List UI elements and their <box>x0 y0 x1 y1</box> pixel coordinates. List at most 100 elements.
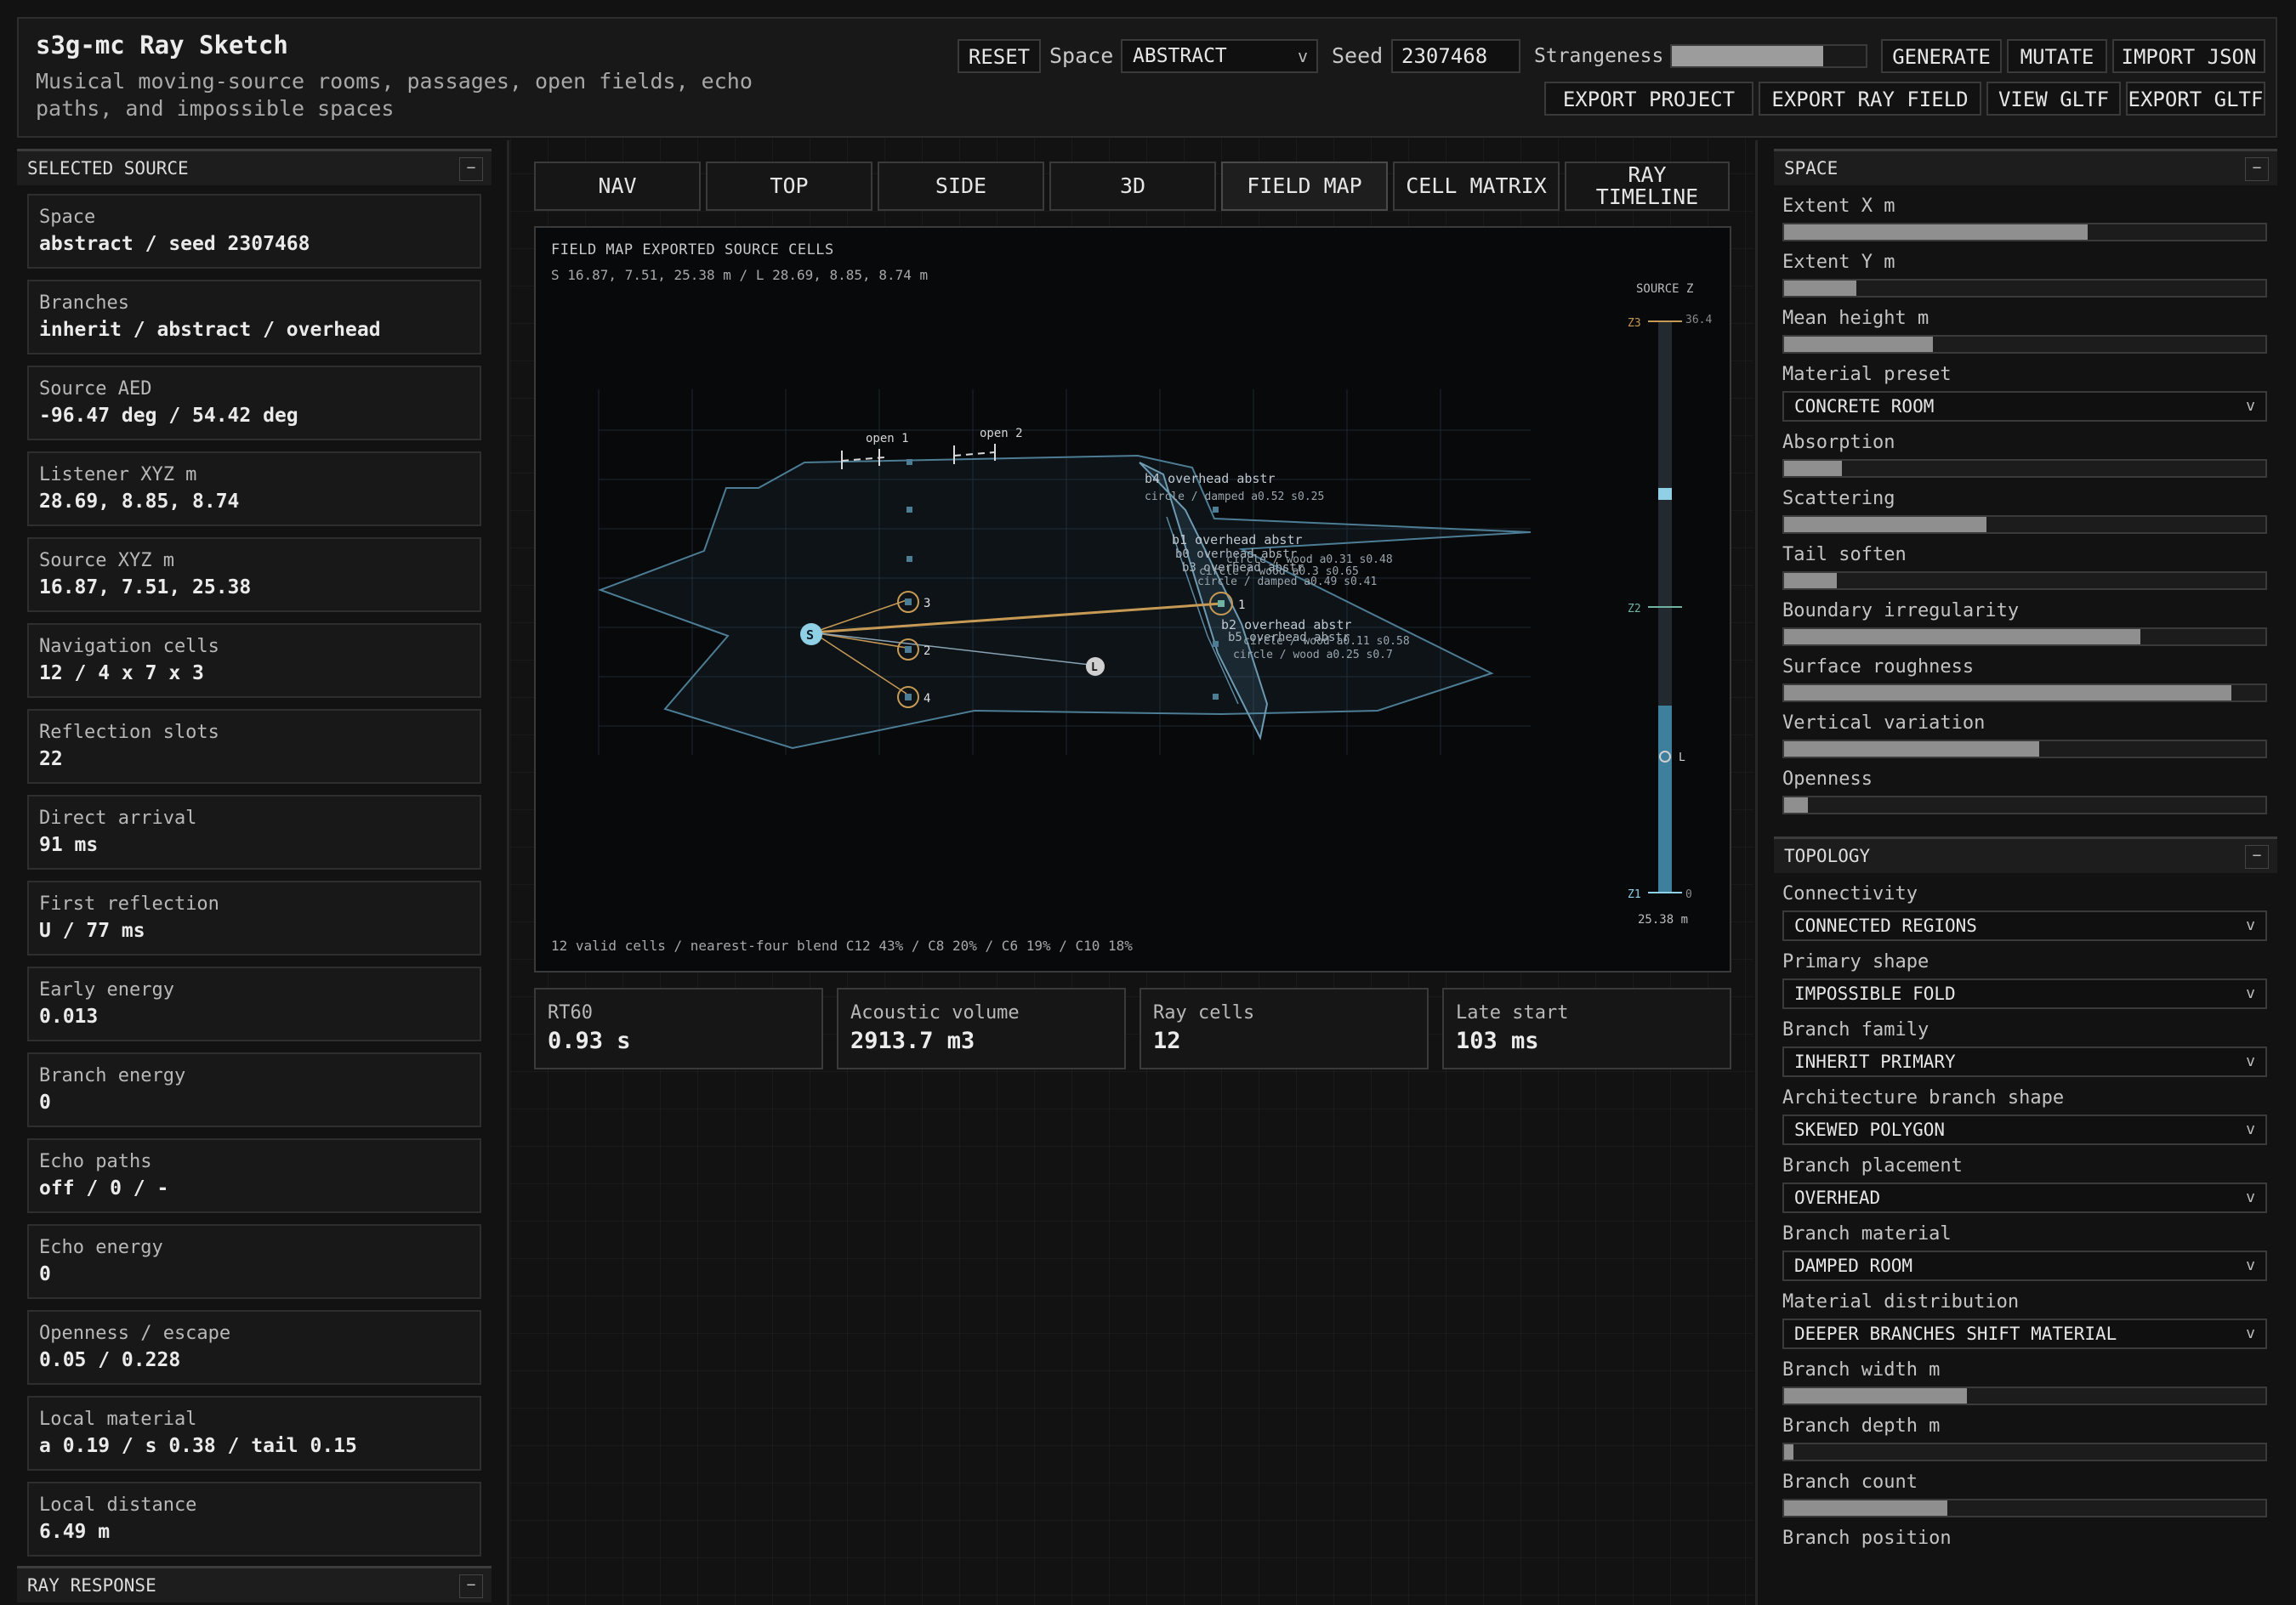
field-map-coords: S 16.87, 7.51, 25.38 m / L 28.69, 8.85, … <box>551 267 929 283</box>
tab-field-map[interactable]: FIELD MAP <box>1221 162 1388 211</box>
tab-ray-timeline[interactable]: RAY TIMELINE <box>1565 162 1730 211</box>
source-marker[interactable]: S <box>800 623 822 645</box>
stat-card: Openness / escape 0.05 / 0.228 <box>27 1310 481 1385</box>
stat-value: 22 <box>39 748 63 770</box>
slider[interactable] <box>1782 571 2267 590</box>
seed-input[interactable]: 2307468 <box>1391 39 1520 73</box>
stat-card: Listener XYZ m 28.69, 8.85, 8.74 <box>27 451 481 526</box>
metric-card-ray-cells: Ray cells 12 <box>1139 988 1429 1069</box>
slider[interactable] <box>1782 279 2267 298</box>
topology-select[interactable]: INHERIT PRIMARY v <box>1782 1046 2267 1077</box>
select-value: CONNECTED REGIONS <box>1794 916 1977 936</box>
collapse-button[interactable]: − <box>2245 845 2269 869</box>
slider[interactable] <box>1782 335 2267 354</box>
slider-fill <box>1784 685 2232 700</box>
field-map-view[interactable]: open 1 open 2 1 2 3 4 S L b4 overhead ab… <box>534 226 1731 973</box>
stat-card: Echo energy 0 <box>27 1224 481 1299</box>
topology-select[interactable]: SKEWED POLYGON v <box>1782 1114 2267 1145</box>
slider[interactable] <box>1782 1499 2267 1517</box>
material-preset-select[interactable]: CONCRETE ROOM v <box>1782 391 2267 422</box>
stat-label: Source XYZ m <box>39 550 174 571</box>
tab-cell-matrix[interactable]: CELL MATRIX <box>1393 162 1560 211</box>
svg-text:L: L <box>1091 661 1098 674</box>
slider[interactable] <box>1782 223 2267 241</box>
cell-number: 2 <box>924 644 930 658</box>
stat-card: Local distance 6.49 m <box>27 1482 481 1557</box>
control-label: Branch width m <box>1782 1359 1941 1381</box>
topology-select[interactable]: CONNECTED REGIONS v <box>1782 910 2267 941</box>
room-boundary <box>598 454 1532 750</box>
topology-select[interactable]: IMPOSSIBLE FOLD v <box>1782 978 2267 1009</box>
z1-value: 0 <box>1685 888 1692 901</box>
slider[interactable] <box>1782 796 2267 814</box>
field-map-canvas[interactable]: open 1 open 2 1 2 3 4 S L b4 overhead ab… <box>536 228 1730 971</box>
panel-divider[interactable] <box>1755 140 1758 1605</box>
generate-button[interactable]: GENERATE <box>1881 39 2002 73</box>
metric-label: RT60 <box>548 1002 593 1024</box>
metric-label: Late start <box>1456 1002 1569 1024</box>
stat-card: Space abstract / seed 2307468 <box>27 194 481 269</box>
import-json-button[interactable]: IMPORT JSON <box>2112 39 2265 73</box>
control-label: Branch placement <box>1782 1155 1963 1177</box>
export-project-button[interactable]: EXPORT PROJECT <box>1544 82 1753 116</box>
source-z-title: SOURCE Z <box>1636 282 1693 296</box>
slider[interactable] <box>1782 459 2267 478</box>
control-label: Architecture branch shape <box>1782 1087 2065 1109</box>
reset-button[interactable]: RESET <box>958 39 1041 73</box>
select-value: SKEWED POLYGON <box>1794 1120 1946 1140</box>
chevron-down-icon: v <box>2246 916 2255 934</box>
source-z-readout: 25.38 m <box>1638 913 1688 927</box>
tab-3d[interactable]: 3D <box>1049 162 1216 211</box>
z2-label: Z2 <box>1628 603 1641 615</box>
selected-source-header: SELECTED SOURCE − <box>17 149 492 185</box>
chevron-down-icon: v <box>2246 1256 2255 1274</box>
stat-card: Source XYZ m 16.87, 7.51, 25.38 <box>27 537 481 612</box>
slider-fill <box>1784 1444 1794 1460</box>
slider[interactable] <box>1782 1387 2267 1405</box>
metric-value: 103 ms <box>1456 1028 1539 1054</box>
view-gltf-button[interactable]: VIEW GLTF <box>1986 82 2121 116</box>
collapse-button[interactable]: − <box>2245 157 2269 181</box>
tab-top[interactable]: TOP <box>706 162 872 211</box>
stat-card: First reflection U / 77 ms <box>27 881 481 956</box>
tab-side[interactable]: SIDE <box>878 162 1044 211</box>
collapse-button[interactable]: − <box>459 157 483 181</box>
control-label: Branch material <box>1782 1223 1952 1245</box>
ray-response-title: RAY RESPONSE <box>27 1575 156 1596</box>
panel-divider[interactable] <box>507 140 509 1605</box>
stat-label: Space <box>39 207 96 228</box>
select-value: INHERIT PRIMARY <box>1794 1052 1956 1072</box>
branch-label: b4 overhead abstr <box>1145 471 1276 486</box>
export-ray-field-button[interactable]: EXPORT RAY FIELD <box>1759 82 1981 116</box>
metric-card-late-start: Late start 103 ms <box>1442 988 1731 1069</box>
metric-card-rt60: RT60 0.93 s <box>534 988 823 1069</box>
tab-nav[interactable]: NAV <box>534 162 701 211</box>
stat-label: Openness / escape <box>39 1323 231 1344</box>
slider[interactable] <box>1782 740 2267 758</box>
metric-value: 2913.7 m3 <box>850 1028 975 1054</box>
topology-select[interactable]: DAMPED ROOM v <box>1782 1251 2267 1281</box>
topology-controls: Connectivity CONNECTED REGIONS v Primary sh… <box>1774 882 2277 1551</box>
mutate-button[interactable]: MUTATE <box>2007 39 2107 73</box>
listener-marker[interactable]: L <box>1086 657 1105 676</box>
stat-value: 16.87, 7.51, 25.38 <box>39 576 252 598</box>
slider-fill <box>1784 224 2088 240</box>
strangeness-slider[interactable] <box>1670 44 1867 68</box>
control-label: Absorption <box>1782 432 1895 453</box>
cell-number: 1 <box>1238 598 1245 612</box>
export-gltf-button[interactable]: EXPORT GLTF <box>2126 82 2265 116</box>
slider[interactable] <box>1782 1443 2267 1461</box>
source-z-axis: SOURCE Z Z3 36.4 Z2 Z1 0 L 25.38 m <box>1628 282 1712 927</box>
collapse-button[interactable]: − <box>459 1574 483 1598</box>
chevron-down-icon: v <box>2246 1188 2255 1206</box>
source-stats-list: Space abstract / seed 2307468 Branches inhe… <box>17 185 492 1557</box>
space-select[interactable]: ABSTRACT v <box>1121 39 1318 73</box>
slider[interactable] <box>1782 515 2267 534</box>
selected-source-panel: SELECTED SOURCE − Space abstract / seed 2… <box>17 149 492 1605</box>
branch-detail: circle / damped a0.52 s0.25 <box>1145 491 1324 503</box>
slider[interactable] <box>1782 627 2267 646</box>
slider[interactable] <box>1782 683 2267 702</box>
topology-select[interactable]: OVERHEAD v <box>1782 1182 2267 1213</box>
topology-select[interactable]: DEEPER BRANCHES SHIFT MATERIAL v <box>1782 1319 2267 1349</box>
select-value: IMPOSSIBLE FOLD <box>1794 984 1956 1004</box>
